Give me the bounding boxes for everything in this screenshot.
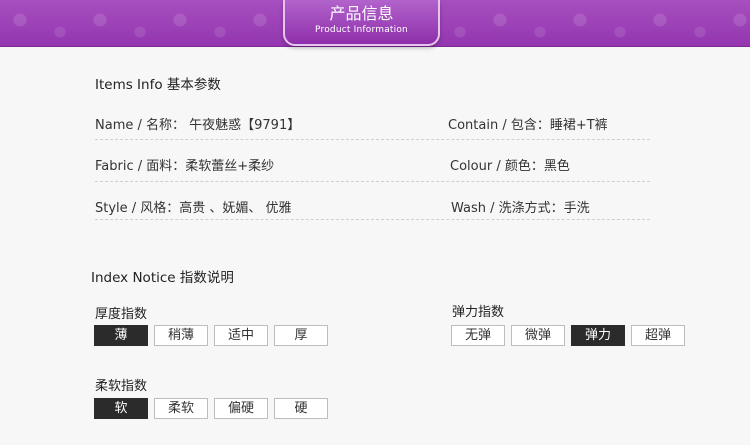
divider [95,181,650,182]
info-colour: Colour / 颜色：黑色 [450,159,570,174]
elasticity-option: 弹力 [571,325,625,346]
thickness-option: 厚 [274,325,328,346]
info-name: Name / 名称： 午夜魅惑【9791】 [95,118,301,133]
elasticity-option: 无弹 [451,325,505,346]
divider [95,139,650,140]
elasticity-scale: 无弹 微弹 弹力 超弹 [451,325,685,346]
softness-option: 柔软 [154,398,208,419]
title-chinese: 产品信息 [329,4,394,23]
items-info-title: Items Info 基本参数 [95,77,221,93]
thickness-label: 厚度指数 [95,307,148,322]
elasticity-option: 微弹 [511,325,565,346]
info-style: Style / 风格：高贵 、妩媚、 优雅 [95,201,292,216]
elasticity-label: 弹力指数 [452,305,505,320]
title-plate: 产品信息 Product Information [283,0,440,46]
title-english: Product Information [315,25,408,35]
softness-scale: 软 柔软 偏硬 硬 [94,398,328,419]
index-notice-title: Index Notice 指数说明 [91,270,234,286]
softness-option: 软 [94,398,148,419]
softness-label: 柔软指数 [95,379,148,394]
info-contain: Contain / 包含：睡裙+T裤 [448,118,608,133]
softness-option: 偏硬 [214,398,268,419]
thickness-option: 稍薄 [154,325,208,346]
softness-option: 硬 [274,398,328,419]
thickness-option: 薄 [94,325,148,346]
elasticity-option: 超弹 [631,325,685,346]
divider [95,219,650,220]
info-fabric: Fabric / 面料：柔软蕾丝+柔纱 [95,159,275,174]
info-wash: Wash / 洗涤方式：手洗 [451,201,590,216]
thickness-option: 适中 [214,325,268,346]
thickness-scale: 薄 稍薄 适中 厚 [94,325,328,346]
